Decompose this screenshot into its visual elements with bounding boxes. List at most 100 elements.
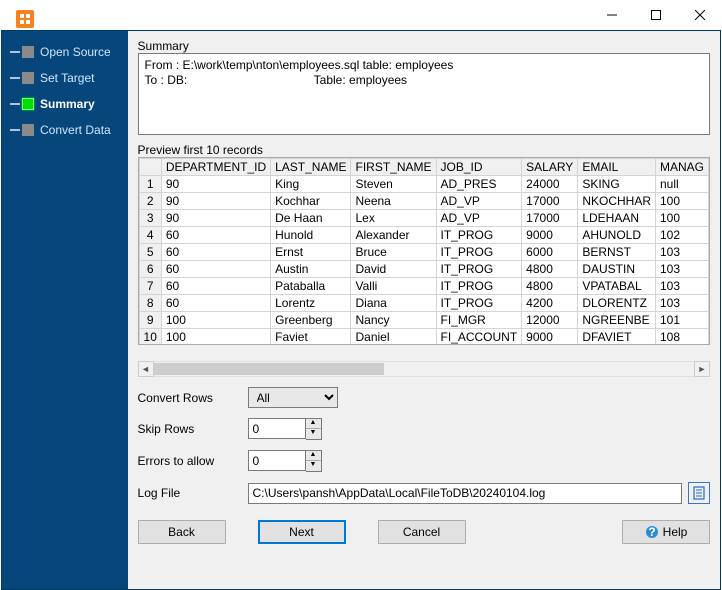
step-summary[interactable]: Summary [2,91,128,117]
spinner-up-icon[interactable]: ▲ [306,419,321,429]
table-row[interactable]: 560ErnstBruceIT_PROG6000BERNST103 [139,244,708,261]
cell: null [655,176,708,193]
cell: VPATABAL [578,278,656,295]
cell: AD_PRES [436,176,522,193]
col-header[interactable]: EMAIL [578,159,656,176]
step-label: Summary [40,97,95,111]
scroll-thumb[interactable] [154,363,384,375]
logfile-label: Log File [138,486,248,500]
step-convert-data[interactable]: Convert Data [2,117,128,143]
table-row[interactable]: 290KochharNeenaAD_VP17000NKOCHHAR100 [139,193,708,210]
col-header[interactable]: JOB_ID [436,159,522,176]
cell: 9000 [522,227,578,244]
cell: 100 [655,210,708,227]
cell: DAUSTIN [578,261,656,278]
row-number: 9 [139,312,161,329]
cell: 4800 [522,278,578,295]
cell: Greenberg [271,312,351,329]
spinner-up-icon[interactable]: ▲ [306,451,321,461]
table-row[interactable]: 9100GreenbergNancyFI_MGR12000NGREENBE101 [139,312,708,329]
table-row[interactable]: 10100FavietDanielFI_ACCOUNT9000DFAVIET10… [139,329,708,346]
cell: David [351,261,436,278]
minimize-button[interactable] [590,0,634,30]
cell: IT_PROG [436,227,522,244]
row-number: 1 [139,176,161,193]
cell: Ernst [271,244,351,261]
col-header[interactable]: LAST_NAME [271,159,351,176]
cell: Bruce [351,244,436,261]
row-number: 7 [139,278,161,295]
row-number: 4 [139,227,161,244]
skip-rows-label: Skip Rows [138,422,248,436]
cell: 60 [161,261,270,278]
cell: Daniel [351,329,436,346]
cell: 103 [655,295,708,312]
cell: 60 [161,278,270,295]
summary-label: Summary [138,39,710,53]
col-header[interactable]: SALARY [522,159,578,176]
horizontal-scrollbar[interactable]: ◄ ► [138,361,710,377]
cell: 101 [655,312,708,329]
cell: Neena [351,193,436,210]
table-row[interactable]: 390De HaanLexAD_VP17000LDEHAAN100 [139,210,708,227]
cell: Hunold [271,227,351,244]
row-number: 3 [139,210,161,227]
table-row[interactable]: 860LorentzDianaIT_PROG4200DLORENTZ103 [139,295,708,312]
scroll-right-icon[interactable]: ► [694,361,710,377]
back-button[interactable]: Back [138,520,226,544]
logfile-input[interactable] [248,483,682,504]
document-icon [692,486,706,500]
table-row[interactable]: 190KingStevenAD_PRES24000SKINGnull [139,176,708,193]
cell: DFAVIET [578,329,656,346]
preview-table[interactable]: DEPARTMENT_ID LAST_NAME FIRST_NAME JOB_I… [138,157,710,345]
step-label: Set Target [40,71,94,85]
cell: FI_MGR [436,312,522,329]
spinner-down-icon[interactable]: ▼ [306,461,321,471]
help-button[interactable]: ? Help [622,520,710,544]
col-header[interactable]: MANAG [655,159,708,176]
scroll-left-icon[interactable]: ◄ [138,361,154,377]
step-set-target[interactable]: Set Target [2,65,128,91]
table-row[interactable]: 460HunoldAlexanderIT_PROG9000AHUNOLD102 [139,227,708,244]
summary-textarea[interactable]: From : E:\work\temp\nton\employees.sql t… [138,53,710,135]
step-open-source[interactable]: Open Source [2,39,128,65]
close-button[interactable] [678,0,722,30]
col-header[interactable]: FIRST_NAME [351,159,436,176]
cell: 60 [161,244,270,261]
cell: SKING [578,176,656,193]
cell: Pataballa [271,278,351,295]
step-label: Convert Data [40,123,111,137]
col-header[interactable]: DEPARTMENT_ID [161,159,270,176]
row-header [139,159,161,176]
browse-logfile-button[interactable] [688,482,710,504]
cell: NGREENBE [578,312,656,329]
cell: Kochhar [271,193,351,210]
cell: Alexander [351,227,436,244]
cell: 9000 [522,329,578,346]
cell: AD_VP [436,193,522,210]
cancel-button[interactable]: Cancel [378,520,466,544]
svg-text:?: ? [648,525,655,539]
cell: 90 [161,193,270,210]
cell: LDEHAAN [578,210,656,227]
cell: 4800 [522,261,578,278]
spinner-down-icon[interactable]: ▼ [306,429,321,439]
convert-rows-select[interactable]: All [248,387,338,408]
cell: 60 [161,227,270,244]
cell: Steven [351,176,436,193]
cell: IT_PROG [436,278,522,295]
table-row[interactable]: 660AustinDavidIT_PROG4800DAUSTIN103 [139,261,708,278]
cell: Valli [351,278,436,295]
cell: 100 [655,193,708,210]
cell: FI_ACCOUNT [436,329,522,346]
maximize-button[interactable] [634,0,678,30]
cell: IT_PROG [436,295,522,312]
cell: Diana [351,295,436,312]
cell: Austin [271,261,351,278]
cell: 90 [161,210,270,227]
table-row[interactable]: 760PataballaValliIT_PROG4800VPATABAL103 [139,278,708,295]
skip-rows-input[interactable] [248,418,306,439]
next-button[interactable]: Next [258,520,346,544]
wizard-sidebar: Open Source Set Target Summary Convert D… [2,31,128,589]
errors-input[interactable] [248,450,306,471]
